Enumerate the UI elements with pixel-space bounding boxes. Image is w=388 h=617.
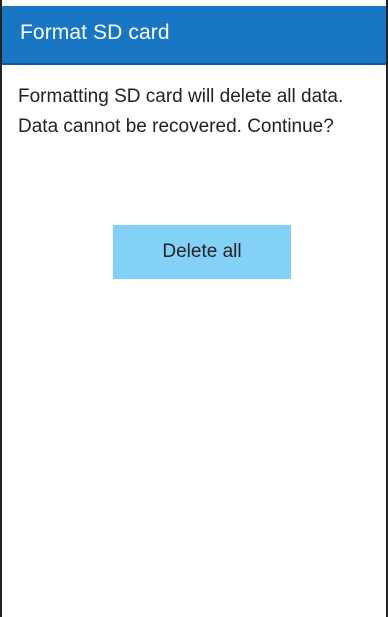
delete-all-button[interactable]: Delete all [113,225,291,279]
warning-message: Formatting SD card will delete all data.… [18,86,344,137]
app-bar: Format SD card [2,6,386,65]
page-title: Format SD card [20,21,170,44]
format-sd-card-screen: Format SD card Formatting SD card will d… [0,0,388,617]
